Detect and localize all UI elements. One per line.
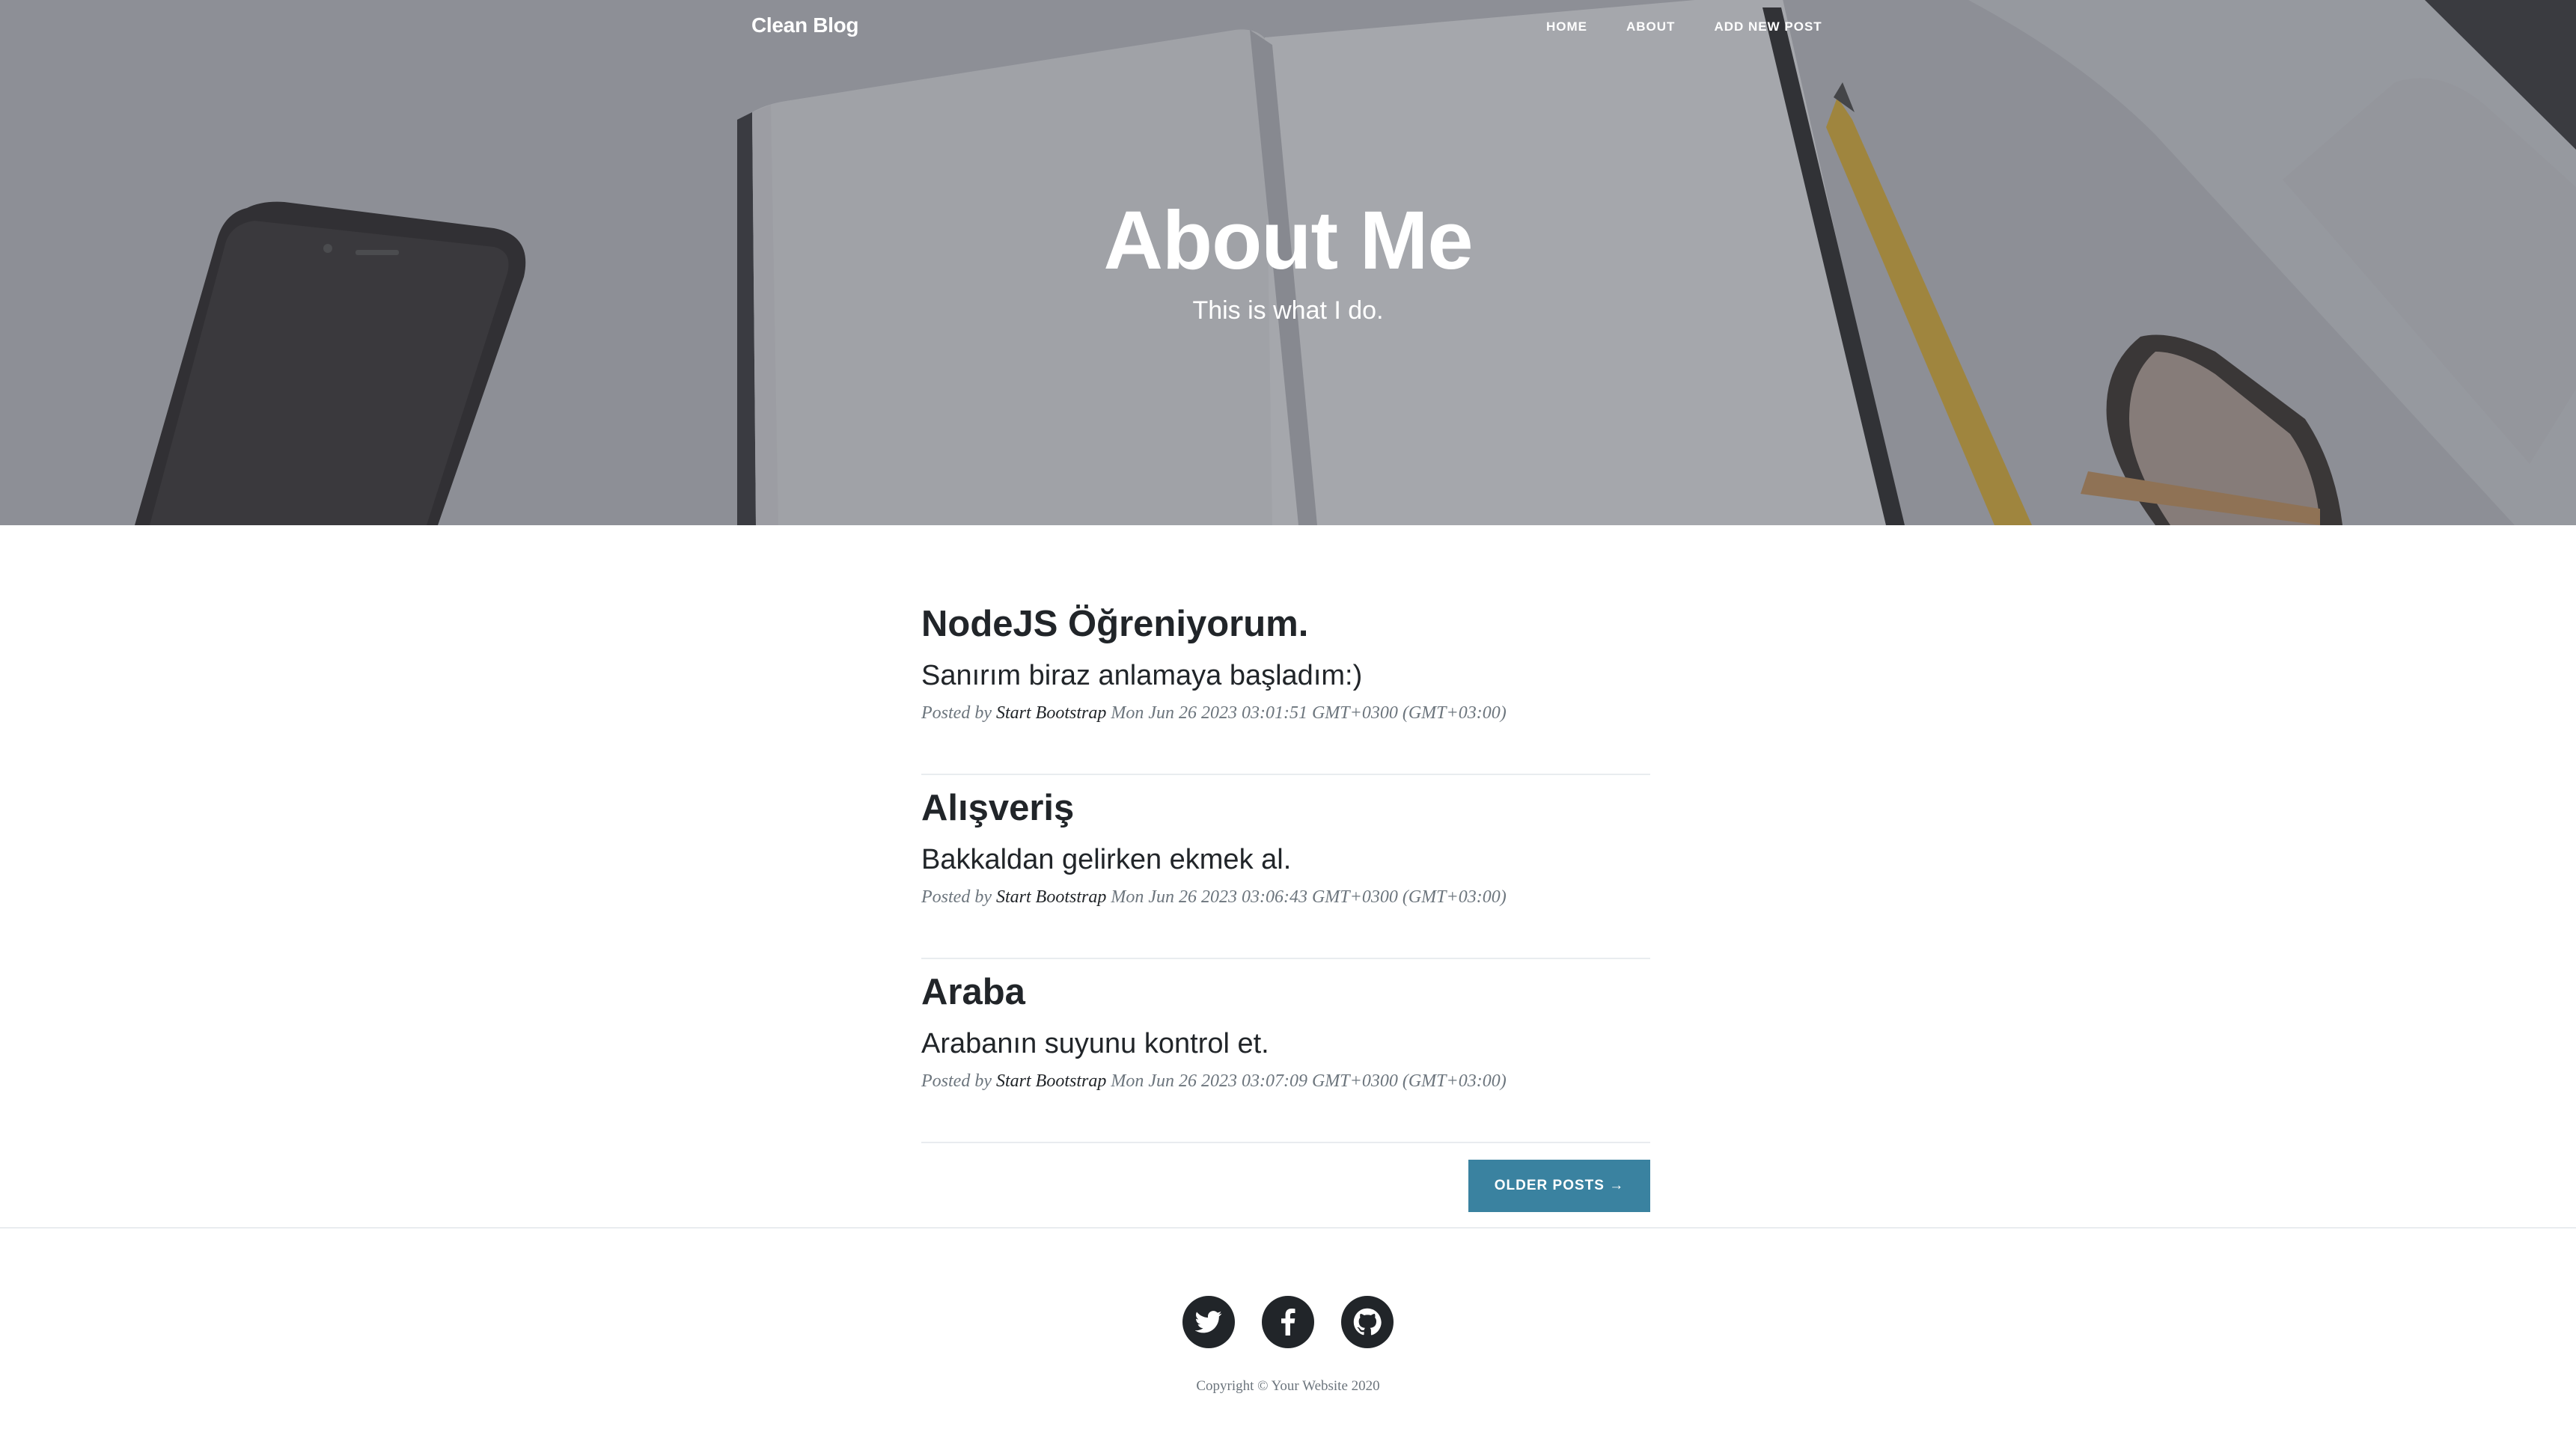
social-links: [0, 1296, 2576, 1348]
post-date: Mon Jun 26 2023 03:06:43 GMT+0300 (GMT+0…: [1111, 887, 1507, 907]
post-list: NodeJS Öğreniyorum. Sanırım biraz anlama…: [921, 591, 1650, 1143]
post-author-link[interactable]: Start Bootstrap: [996, 887, 1106, 907]
older-posts-button[interactable]: Older Posts →: [1468, 1160, 1650, 1212]
footer-divider: [0, 1227, 2576, 1229]
list-divider: [921, 1142, 1650, 1143]
post-author-link[interactable]: Start Bootstrap: [996, 703, 1106, 723]
page-title: About Me: [1103, 195, 1473, 287]
facebook-link[interactable]: [1262, 1296, 1314, 1348]
post-meta-prefix: Posted by: [921, 887, 992, 907]
post-author-link[interactable]: Start Bootstrap: [996, 1071, 1106, 1091]
brand-logo-link[interactable]: Clean Blog: [751, 13, 859, 37]
post-date: Mon Jun 26 2023 03:01:51 GMT+0300 (GMT+0…: [1111, 703, 1507, 723]
nav-link-home[interactable]: Home: [1546, 19, 1587, 34]
post-title-link[interactable]: Araba: [921, 971, 1025, 1013]
nav-link-about[interactable]: About: [1626, 19, 1675, 34]
twitter-icon: [1195, 1311, 1222, 1333]
twitter-link[interactable]: [1182, 1296, 1235, 1348]
post-subtitle: Arabanın suyunu kontrol et.: [921, 1028, 1269, 1059]
copyright-text: Copyright © Your Website 2020: [1196, 1378, 1380, 1394]
post-meta: Posted by Start Bootstrap Mon Jun 26 202…: [921, 703, 1507, 723]
post-subtitle: Sanırım biraz anlamaya başladım:): [921, 660, 1363, 691]
post-preview: NodeJS Öğreniyorum. Sanırım biraz anlama…: [921, 591, 1650, 775]
github-link[interactable]: [1341, 1296, 1394, 1348]
post-meta-prefix: Posted by: [921, 1071, 992, 1091]
post-title-link[interactable]: Alışveriş: [921, 787, 1074, 829]
masthead: Clean Blog Home About Add New Post About…: [0, 0, 2576, 525]
nav-link-add-new-post[interactable]: Add New Post: [1714, 19, 1822, 34]
post-date: Mon Jun 26 2023 03:07:09 GMT+0300 (GMT+0…: [1111, 1071, 1507, 1091]
post-subtitle: Bakkaldan gelirken ekmek al.: [921, 844, 1292, 875]
post-preview: Araba Arabanın suyunu kontrol et. Posted…: [921, 959, 1650, 1143]
post-preview: Alışveriş Bakkaldan gelirken ekmek al. P…: [921, 775, 1650, 959]
github-icon: [1353, 1308, 1382, 1336]
post-meta: Posted by Start Bootstrap Mon Jun 26 202…: [921, 1071, 1507, 1092]
post-title-link[interactable]: NodeJS Öğreniyorum.: [921, 603, 1308, 645]
page-subtitle: This is what I do.: [1192, 296, 1384, 325]
post-meta: Posted by Start Bootstrap Mon Jun 26 202…: [921, 887, 1507, 908]
navbar: Clean Blog Home About Add New Post: [0, 0, 2576, 54]
nav-links: Home About Add New Post: [1546, 19, 1861, 34]
facebook-icon: [1281, 1309, 1295, 1336]
post-meta-prefix: Posted by: [921, 703, 992, 723]
